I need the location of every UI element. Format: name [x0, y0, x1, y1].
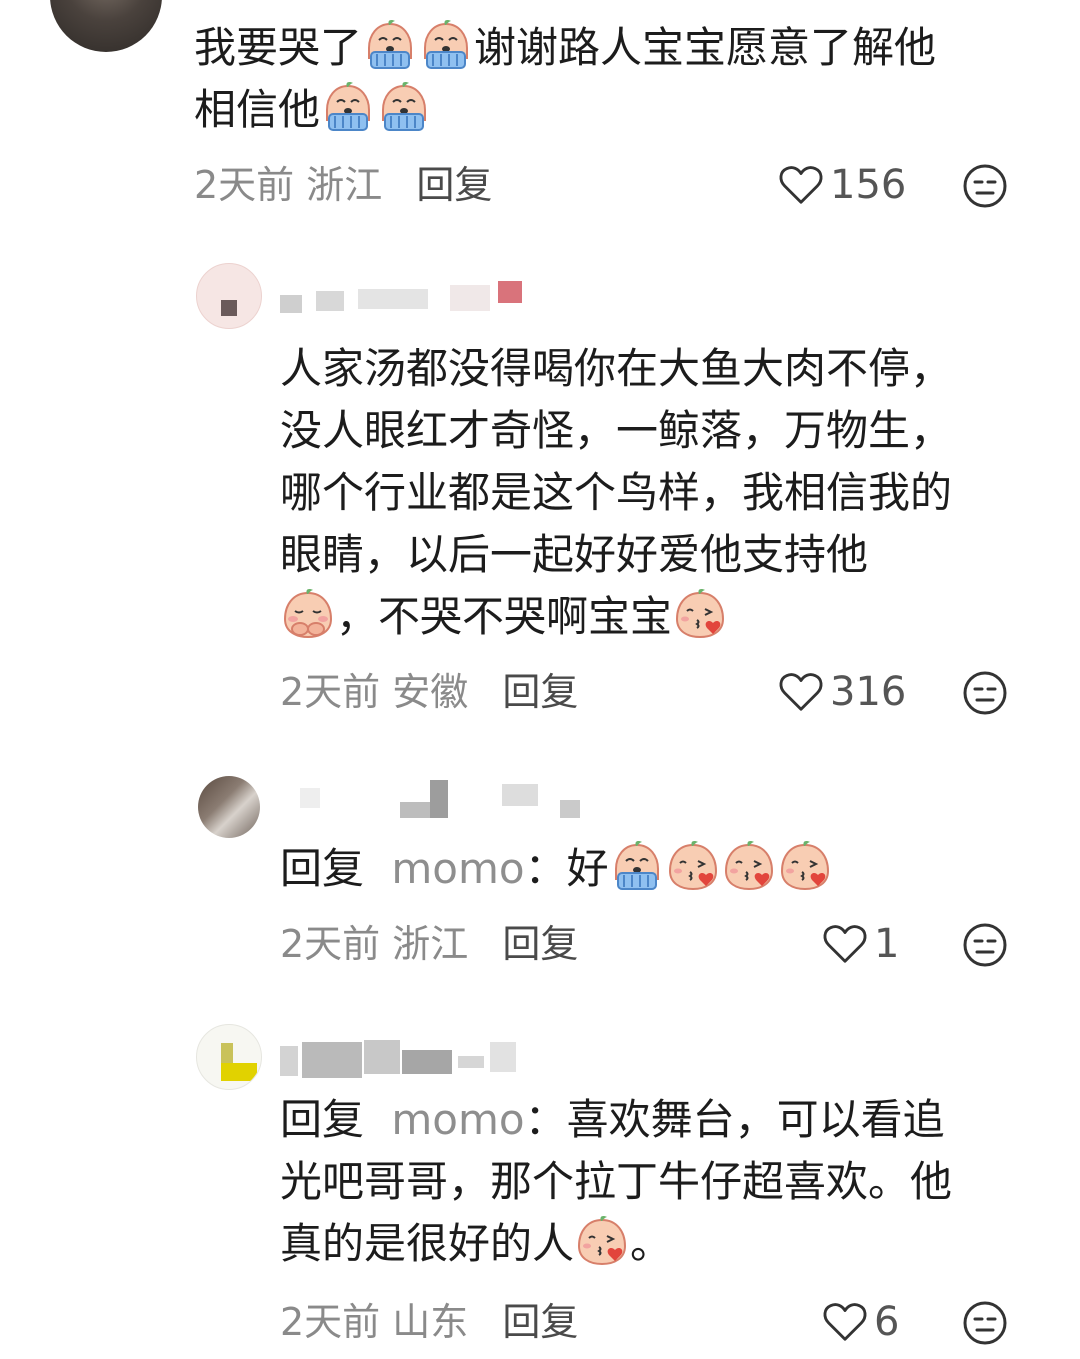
crying-peach-emoji — [321, 80, 375, 134]
comment-text: 谢谢路人宝宝愿意了解他 — [474, 23, 937, 72]
comment-meta: 2天前 山东 回复 — [280, 1297, 578, 1347]
heart-outline-icon — [778, 670, 824, 714]
like-button[interactable]: 156 — [778, 160, 906, 210]
comment-time: 2天前 — [280, 670, 381, 714]
avatar[interactable] — [198, 776, 260, 838]
comment-line-end: 。 — [630, 1219, 673, 1268]
comment-location: 浙江 — [306, 163, 383, 207]
avatar[interactable] — [50, 0, 162, 52]
comment-body: 我要哭了 谢谢路人宝宝愿意了解他 相信他 — [194, 17, 1054, 141]
comment-line: 眼睛，以后一起好好爱他支持他 — [280, 530, 869, 579]
comment-line: ，不哭不哭啊宝宝 — [336, 592, 673, 641]
comment-location: 山东 — [392, 1300, 469, 1344]
reply-button[interactable]: 回复 — [502, 670, 578, 714]
comment-text: 我要哭了 — [194, 23, 363, 72]
comment-meta: 2天前 浙江 回复 — [194, 160, 492, 210]
reply-button[interactable]: 回复 — [502, 1300, 578, 1344]
username-redacted[interactable] — [280, 780, 590, 820]
mention-username[interactable]: momo — [391, 844, 524, 893]
comment-meta: 2天前 安徽 回复 — [280, 667, 578, 717]
kiss-peach-emoji — [778, 839, 832, 893]
like-button[interactable]: 316 — [778, 667, 906, 717]
reply-prefix: 回复 — [280, 1095, 365, 1144]
avatar[interactable] — [196, 263, 262, 329]
like-button[interactable]: 1 — [822, 919, 899, 969]
reply-button[interactable]: 回复 — [416, 163, 492, 207]
kiss-peach-emoji — [673, 587, 727, 641]
meh-face-icon[interactable] — [962, 163, 1008, 209]
username-redacted[interactable] — [280, 1036, 540, 1080]
mention-username[interactable]: momo — [391, 1095, 524, 1144]
comment-line: 光吧哥哥，那个拉丁牛仔超喜欢。他 — [280, 1157, 953, 1206]
kiss-peach-emoji — [666, 839, 720, 893]
comment-meta: 2天前 浙江 回复 — [280, 919, 578, 969]
meh-face-icon[interactable] — [962, 922, 1008, 968]
comment-time: 2天前 — [194, 163, 295, 207]
crying-peach-emoji — [363, 18, 417, 72]
comment-text: 相信他 — [194, 85, 321, 134]
avatar[interactable] — [196, 1024, 262, 1090]
kiss-peach-emoji — [722, 839, 776, 893]
heart-outline-icon — [778, 163, 824, 207]
heart-outline-icon — [822, 922, 868, 966]
like-count: 6 — [874, 1299, 900, 1345]
comment-line: 哪个行业都是这个鸟样，我相信我的 — [280, 468, 953, 517]
comment-location: 浙江 — [392, 922, 469, 966]
shy-peach-emoji — [281, 587, 335, 641]
meh-face-icon[interactable] — [962, 1300, 1008, 1346]
comment-text: 好 — [566, 844, 609, 893]
reply-button[interactable]: 回复 — [502, 922, 578, 966]
like-count: 156 — [830, 162, 907, 208]
comment-body: 人家汤都没得喝你在大鱼大肉不停， 没人眼红才奇怪，一鲸落，万物生， 哪个行业都是… — [280, 338, 1050, 648]
comment-line: 人家汤都没得喝你在大鱼大肉不停， — [280, 344, 953, 393]
mention-colon: ： — [524, 844, 567, 893]
heart-outline-icon — [822, 1300, 868, 1344]
comment-line: 没人眼红才奇怪，一鲸落，万物生， — [280, 406, 953, 455]
like-button[interactable]: 6 — [822, 1297, 899, 1347]
mention-colon: ： — [524, 1095, 567, 1144]
comment-line: 喜欢舞台，可以看追 — [566, 1095, 945, 1144]
reply-prefix: 回复 — [280, 844, 365, 893]
crying-peach-emoji — [377, 80, 431, 134]
comment-body: 回复 momo：喜欢舞台，可以看追 光吧哥哥，那个拉丁牛仔超喜欢。他 真的是很好… — [280, 1089, 1050, 1275]
comment-time: 2天前 — [280, 1300, 381, 1344]
comment-body: 回复 momo：好 — [280, 838, 1050, 900]
kiss-peach-emoji — [575, 1214, 629, 1268]
crying-peach-emoji — [610, 839, 664, 893]
comment-line: 真的是很好的人 — [280, 1219, 575, 1268]
like-count: 1 — [874, 921, 900, 967]
like-count: 316 — [830, 669, 907, 715]
comment-location: 安徽 — [392, 670, 469, 714]
comment-time: 2天前 — [280, 922, 381, 966]
meh-face-icon[interactable] — [962, 670, 1008, 716]
crying-peach-emoji — [419, 18, 473, 72]
username-redacted[interactable] — [280, 281, 540, 315]
